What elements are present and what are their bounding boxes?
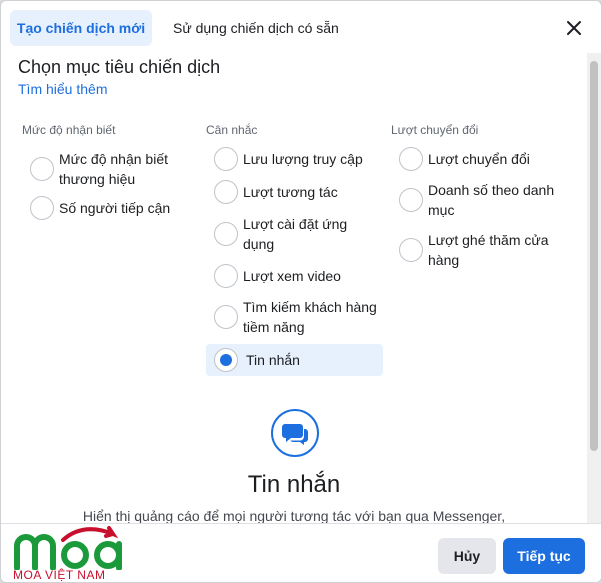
moa-wordmark-icon	[14, 526, 122, 571]
objective-label: Lượt chuyển đổi	[428, 151, 530, 167]
learn-more-link[interactable]: Tìm hiểu thêm	[18, 81, 107, 97]
dialog-tabs: Tạo chiến dịch mới Sử dụng chiến dịch có…	[1, 1, 601, 53]
radio-button[interactable]	[399, 188, 423, 212]
content-scrollbar[interactable]	[587, 53, 601, 523]
objective-video-views[interactable]: Lượt xem video	[203, 264, 381, 288]
column-heading-consideration: Cân nhắc	[206, 123, 258, 137]
radio-button[interactable]	[399, 238, 423, 262]
objective-label: Mức độ nhận biết thương hiệu	[59, 151, 168, 187]
objective-detail-title: Tin nhắn	[247, 471, 341, 498]
radio-button[interactable]	[30, 196, 54, 220]
objective-catalog-sales[interactable]: Doanh số theo danh mục	[388, 179, 566, 221]
dialog-footer: MOA VIỆT NAM Hủy Tiếp tục	[1, 523, 601, 582]
radio-button[interactable]	[214, 222, 238, 246]
tab-create-new-campaign[interactable]: Tạo chiến dịch mới	[10, 10, 152, 46]
radio-button[interactable]	[214, 305, 238, 329]
objective-label: Doanh số theo danh mục	[428, 182, 555, 218]
moa-viet-nam-logo: MOA VIỆT NAM	[13, 524, 143, 582]
objective-store-traffic[interactable]: Lượt ghé thăm cửa hàng	[388, 229, 566, 271]
scrollbar-thumb[interactable]	[590, 61, 598, 451]
objective-label: Lưu lượng truy cập	[243, 151, 363, 167]
radio-button[interactable]	[214, 264, 238, 288]
radio-button[interactable]	[399, 147, 423, 171]
column-heading-awareness: Mức độ nhận biết	[22, 123, 116, 137]
objective-traffic[interactable]: Lưu lượng truy cập	[203, 147, 381, 171]
objective-label: Số người tiếp cận	[59, 200, 171, 216]
objective-app-installs[interactable]: Lượt cài đặt ứng dụng	[203, 213, 381, 255]
campaign-objective-dialog: Tạo chiến dịch mới Sử dụng chiến dịch có…	[0, 0, 602, 583]
tab-use-existing-campaign[interactable]: Sử dụng chiến dịch có sẵn	[161, 10, 351, 46]
objective-label: Lượt cài đặt ứng dụng	[243, 216, 348, 252]
objective-detail-description: Hiển thị quảng cáo để mọi người tương tá…	[82, 508, 506, 523]
radio-button[interactable]	[30, 157, 54, 181]
objective-lead-generation[interactable]: Tìm kiếm khách hàng tiềm năng	[203, 296, 381, 338]
radio-button[interactable]	[214, 147, 238, 171]
objective-label: Lượt xem video	[243, 268, 341, 284]
radio-button[interactable]	[214, 180, 238, 204]
continue-button[interactable]: Tiếp tục	[503, 538, 585, 574]
objective-brand-awareness[interactable]: Mức độ nhận biết thương hiệu	[19, 147, 197, 191]
logo-tagline: MOA VIỆT NAM	[13, 568, 106, 582]
objective-messages[interactable]: Tin nhắn	[206, 344, 383, 376]
close-icon[interactable]	[563, 17, 585, 39]
radio-button-selected[interactable]	[214, 348, 238, 372]
objective-engagement[interactable]: Lượt tương tác	[203, 180, 381, 204]
objective-label: Lượt ghé thăm cửa hàng	[428, 232, 549, 268]
cancel-button[interactable]: Hủy	[438, 538, 496, 574]
objective-reach[interactable]: Số người tiếp cận	[19, 196, 197, 220]
column-heading-conversion: Lượt chuyển đổi	[391, 123, 479, 137]
page-title: Chọn mục tiêu chiến dịch	[18, 57, 221, 77]
objective-label: Tìm kiếm khách hàng tiềm năng	[243, 299, 377, 335]
messenger-chat-icon	[271, 409, 319, 457]
objective-conversions[interactable]: Lượt chuyển đổi	[388, 147, 566, 171]
objective-label: Tin nhắn	[246, 352, 300, 368]
dialog-content: Chọn mục tiêu chiến dịch Tìm hiểu thêm M…	[1, 53, 587, 523]
objective-label: Lượt tương tác	[243, 184, 338, 200]
